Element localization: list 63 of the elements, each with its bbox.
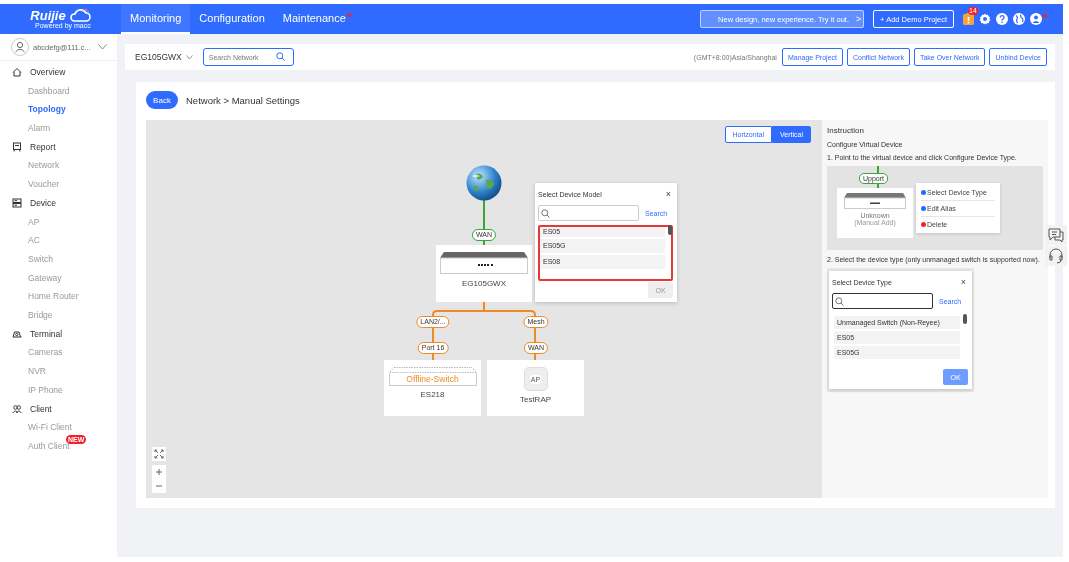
device-card[interactable]: Offline-Switch ES218 bbox=[384, 360, 481, 416]
menu-item[interactable]: Bridge bbox=[0, 305, 117, 325]
menu-item[interactable]: Network bbox=[0, 156, 117, 176]
close-button[interactable]: × bbox=[665, 189, 671, 199]
menu-item[interactable]: AC bbox=[0, 231, 117, 250]
logo-text: Ruijie bbox=[30, 8, 66, 22]
device-name: ES218 bbox=[420, 390, 445, 399]
home-icon bbox=[12, 67, 22, 78]
cloud-icon bbox=[68, 8, 91, 22]
menu-item[interactable]: Cameras bbox=[0, 343, 117, 362]
report-icon bbox=[12, 142, 22, 153]
help-icon[interactable] bbox=[996, 13, 1008, 25]
menu-section[interactable]: Client bbox=[0, 399, 117, 419]
status-label: Offline-Switch bbox=[388, 373, 477, 386]
search-field[interactable] bbox=[832, 293, 933, 309]
menu-item[interactable]: Topology bbox=[0, 100, 117, 120]
chevron-down-icon bbox=[185, 54, 193, 60]
nav-tab[interactable]: Maintenance bbox=[273, 4, 355, 34]
device-name: EG105GWX bbox=[462, 279, 506, 288]
scrollbar-thumb[interactable] bbox=[668, 225, 672, 235]
menu-item[interactable]: NVR bbox=[0, 362, 117, 381]
search-icon bbox=[835, 296, 844, 306]
switch-top-icon bbox=[388, 367, 477, 373]
user-icon[interactable] bbox=[1030, 13, 1042, 25]
menu-item[interactable]: Home Router bbox=[0, 287, 117, 306]
panel-title: Instruction bbox=[827, 126, 865, 135]
search-icon[interactable] bbox=[275, 52, 285, 61]
fullscreen-icon[interactable] bbox=[152, 447, 166, 461]
avatar-icon[interactable] bbox=[11, 38, 29, 56]
nav-tab[interactable]: Monitoring bbox=[121, 4, 191, 34]
menu-section[interactable]: Device bbox=[0, 193, 117, 213]
headset-icon[interactable] bbox=[1045, 246, 1067, 266]
gateway-device-icon bbox=[440, 252, 528, 274]
scrollbar-thumb[interactable] bbox=[963, 314, 967, 324]
search-icon bbox=[541, 208, 550, 218]
chat-icon[interactable] bbox=[1045, 225, 1067, 245]
back-button[interactable]: Back bbox=[146, 91, 178, 109]
network-selector[interactable]: EG105GWX bbox=[135, 52, 193, 62]
globe-icon[interactable] bbox=[1013, 13, 1025, 25]
menu-item[interactable]: Wi-Fi Client bbox=[0, 418, 117, 437]
device-icon bbox=[844, 193, 906, 209]
device-card[interactable]: EG105GWX bbox=[436, 245, 532, 302]
nav-tab[interactable]: Configuration bbox=[190, 4, 274, 34]
menu-section[interactable]: Report bbox=[0, 137, 117, 157]
globe-icon bbox=[466, 165, 502, 201]
settings-icon[interactable] bbox=[979, 13, 991, 25]
people-icon bbox=[12, 403, 22, 414]
menu-item[interactable]: Voucher bbox=[0, 175, 117, 194]
device-name: TestRAP bbox=[519, 395, 552, 404]
menu-item[interactable]: Alarm bbox=[0, 119, 117, 138]
menu-item[interactable]: Dashboard bbox=[0, 81, 117, 101]
breadcrumb: Network > Manual Settings bbox=[186, 94, 300, 106]
menu-item[interactable]: Switch bbox=[0, 249, 117, 269]
menu-item[interactable]: IP Phone bbox=[0, 380, 117, 400]
menu-item[interactable]: AP bbox=[0, 212, 117, 232]
menu-item[interactable]: Gateway bbox=[0, 268, 117, 288]
clipboard-icon[interactable] bbox=[963, 13, 974, 25]
close-button[interactable]: × bbox=[960, 277, 966, 287]
camera-icon bbox=[12, 328, 22, 339]
menu-section[interactable]: Terminal bbox=[0, 324, 117, 344]
menu-section[interactable]: Overview bbox=[0, 63, 117, 82]
chevron-down-icon[interactable] bbox=[98, 44, 107, 50]
server-icon bbox=[12, 198, 22, 209]
